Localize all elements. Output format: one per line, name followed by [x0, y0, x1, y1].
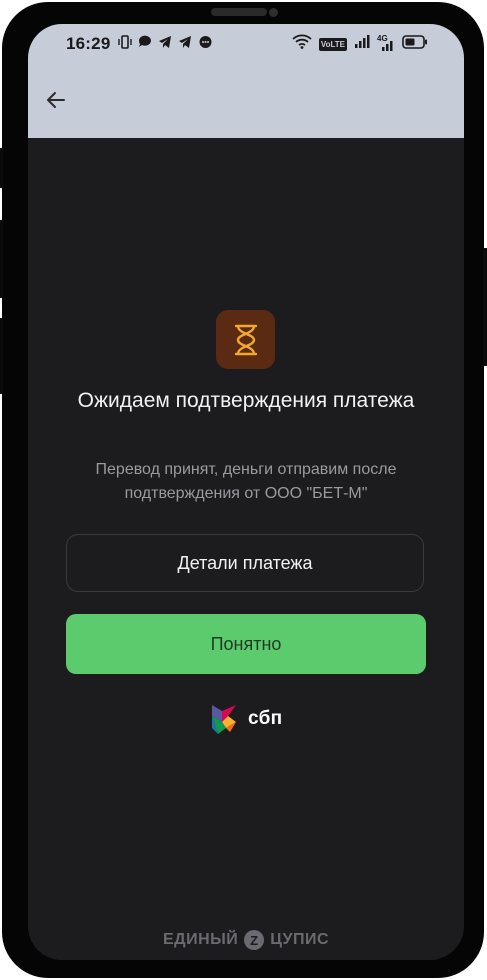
message-icon [198, 35, 213, 54]
page-title: Ожидаем подтверждения платежа [77, 389, 415, 412]
payment-details-button[interactable]: Детали платежа [66, 534, 424, 592]
footer: ЕДИНЫЙ Z ЦУПИС [28, 930, 464, 950]
sbp-icon [212, 705, 236, 734]
phone-frame: 16:29 VoLTE 4G Ожидаем подтверждения пла… [0, 2, 487, 978]
ok-button[interactable]: Понятно [66, 614, 426, 674]
power-button [483, 248, 487, 366]
sbp-label: сбп [248, 708, 283, 729]
app-bar [28, 60, 464, 138]
side-button [0, 220, 3, 298]
telegram-icon [158, 35, 172, 54]
status-icon-tile [216, 310, 275, 369]
payment-status-panel: Ожидаем подтверждения платежа Перевод пр… [28, 138, 464, 960]
front-camera [269, 8, 278, 17]
status-bar: 16:29 VoLTE 4G [28, 24, 464, 60]
hourglass-icon [234, 324, 257, 355]
wifi-icon [292, 34, 312, 54]
vibrate-icon [118, 35, 132, 54]
volte-icon: VoLTE [318, 37, 347, 51]
chat-icon [138, 35, 152, 54]
signal-icon [354, 35, 370, 53]
earpiece [211, 8, 267, 16]
arrow-left-icon [47, 92, 65, 108]
telegram-icon [178, 35, 192, 54]
screen: 16:29 VoLTE 4G Ожидаем подтверждения пла… [28, 24, 464, 960]
page-subtitle: Перевод принят, деньги отправим после по… [95, 461, 397, 502]
back-button[interactable] [40, 84, 72, 116]
footer-right-text: ЦУПИС [270, 931, 329, 948]
side-button [0, 148, 3, 188]
signal-4g-icon: 4G [377, 34, 395, 51]
sbp-logo: сбп [208, 702, 282, 736]
battery-icon [402, 34, 428, 54]
footer-left-text: ЕДИНЫЙ [163, 931, 239, 948]
side-button [0, 318, 3, 394]
cupis-logo-icon: Z [244, 930, 265, 950]
status-time: 16:29 [66, 34, 111, 53]
